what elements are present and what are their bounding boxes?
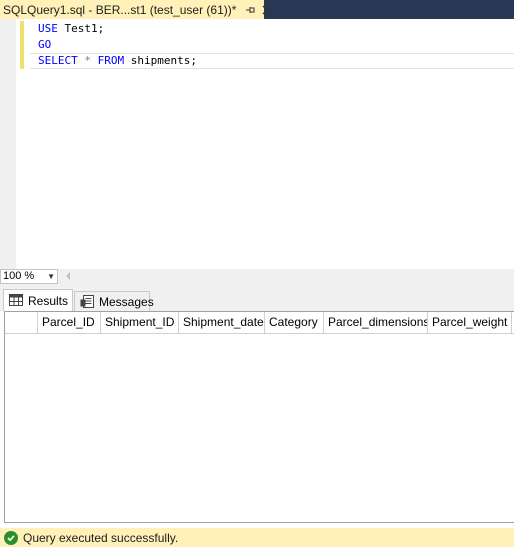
- editor-gutter: [0, 19, 16, 269]
- code-keyword: GO: [38, 38, 52, 51]
- zoom-select[interactable]: 100 % ▼: [0, 269, 58, 284]
- query-editor[interactable]: USE Test1; GO SELECT * FROM shipments;: [0, 19, 514, 269]
- grid-icon: [9, 294, 23, 307]
- grid-corner[interactable]: [5, 312, 38, 333]
- query-tab-title: SQLQuery1.sql - BER...st1 (test_user (61…: [3, 2, 237, 17]
- tab-messages[interactable]: Messages: [74, 291, 154, 311]
- tab-messages-label: Messages: [99, 294, 154, 309]
- status-bar: Query executed successfully.: [0, 528, 514, 547]
- code-operator: *: [77, 54, 98, 67]
- code-keyword: SELECT: [38, 54, 78, 67]
- column-header[interactable]: Shipment_date: [179, 312, 265, 333]
- results-tab-strip: Results Messages: [0, 285, 514, 311]
- column-header[interactable]: Category: [265, 312, 324, 333]
- code-keyword: USE: [38, 22, 58, 35]
- messages-icon: [80, 295, 94, 308]
- code-text: Test1;: [57, 22, 105, 35]
- tab-results[interactable]: Results: [3, 289, 73, 311]
- results-grid[interactable]: Parcel_ID Shipment_ID Shipment_date Cate…: [4, 311, 514, 523]
- code-line-1: USE Test1;: [38, 21, 104, 37]
- change-tracking-bar: [20, 21, 24, 69]
- column-header[interactable]: Shipment_ID: [101, 312, 179, 333]
- pin-icon[interactable]: [244, 3, 256, 17]
- column-header[interactable]: Parcel_dimensions: [324, 312, 428, 333]
- code-line-3: SELECT * FROM shipments;: [38, 53, 197, 69]
- zoom-bar: 100 % ▼: [0, 269, 514, 285]
- zoom-value: 100 %: [3, 270, 35, 282]
- code-line-2: GO: [38, 37, 51, 53]
- status-text: Query executed successfully.: [23, 530, 179, 545]
- column-header[interactable]: Parcel_ID: [38, 312, 101, 333]
- document-tab-strip: SQLQuery1.sql - BER...st1 (test_user (61…: [0, 0, 514, 19]
- grid-header: Parcel_ID Shipment_ID Shipment_date Cate…: [5, 312, 514, 334]
- chevron-down-icon: ▼: [47, 272, 55, 281]
- column-header[interactable]: Parcel_weight: [428, 312, 512, 333]
- code-keyword: FROM: [97, 54, 125, 67]
- query-tab[interactable]: SQLQuery1.sql - BER...st1 (test_user (61…: [0, 0, 272, 19]
- scroll-left-icon[interactable]: [66, 272, 70, 280]
- check-circle-icon: [4, 530, 18, 545]
- close-icon[interactable]: [262, 3, 272, 17]
- code-text: shipments;: [124, 54, 197, 67]
- tab-results-label: Results: [28, 293, 69, 308]
